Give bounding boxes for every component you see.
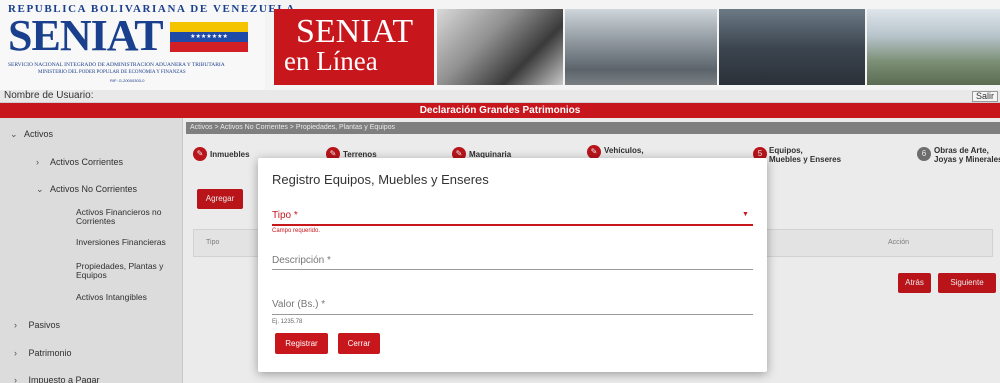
- logo-wordmark: SENIAT: [8, 11, 164, 60]
- enlinea-title: SENIAT: [296, 13, 414, 50]
- tipo-select[interactable]: [272, 224, 753, 226]
- user-bar: Nombre de Usuario: Salir: [0, 90, 1000, 103]
- logo-subtitle: SERVICIO NACIONAL INTEGRADO DE ADMINISTR…: [8, 62, 225, 68]
- dropdown-arrow-icon[interactable]: ▼: [742, 211, 749, 218]
- cerrar-button[interactable]: Cerrar: [338, 333, 380, 354]
- dialog-title: Registro Equipos, Muebles y Enseres: [272, 172, 489, 187]
- banner-photo-keyboard: [437, 9, 563, 85]
- banner-photo-flags: [719, 9, 865, 85]
- salir-button[interactable]: Salir: [971, 91, 998, 102]
- seniat-logo: REPUBLICA BOLIVARIANA DE VENEZUELA SENIA…: [0, 0, 294, 90]
- tipo-error: Campo requerido.: [272, 228, 321, 234]
- descripcion-input[interactable]: [272, 269, 753, 270]
- registro-dialog: Registro Equipos, Muebles y Enseres Tipo…: [258, 158, 767, 372]
- page-title: Declaración Grandes Patrimonios: [0, 103, 1000, 118]
- valor-label: Valor (Bs.) *: [272, 299, 326, 310]
- descripcion-label: Descripción *: [272, 255, 331, 266]
- logo-ministry: MINISTERIO DEL PODER POPULAR DE ECONOMIA…: [38, 70, 186, 75]
- site-banner: REPUBLICA BOLIVARIANA DE VENEZUELA SENIA…: [0, 0, 1000, 90]
- seniat-en-linea-logo: SENIAT en Línea: [274, 9, 434, 85]
- venezuela-flag-icon: ★★★★★★★: [170, 22, 248, 52]
- username-label: Nombre de Usuario:: [4, 90, 94, 101]
- enlinea-subtitle: en Línea: [284, 46, 378, 76]
- logo-rif: RIF: G-20000303-0: [110, 78, 145, 83]
- banner-photo-campus: [867, 9, 1000, 85]
- banner-photo-building: [565, 9, 717, 85]
- valor-input[interactable]: [272, 314, 753, 315]
- registrar-button[interactable]: Registrar: [275, 333, 328, 354]
- tipo-label: Tipo *: [272, 210, 298, 221]
- valor-hint: Ej. 1235.78: [272, 319, 303, 325]
